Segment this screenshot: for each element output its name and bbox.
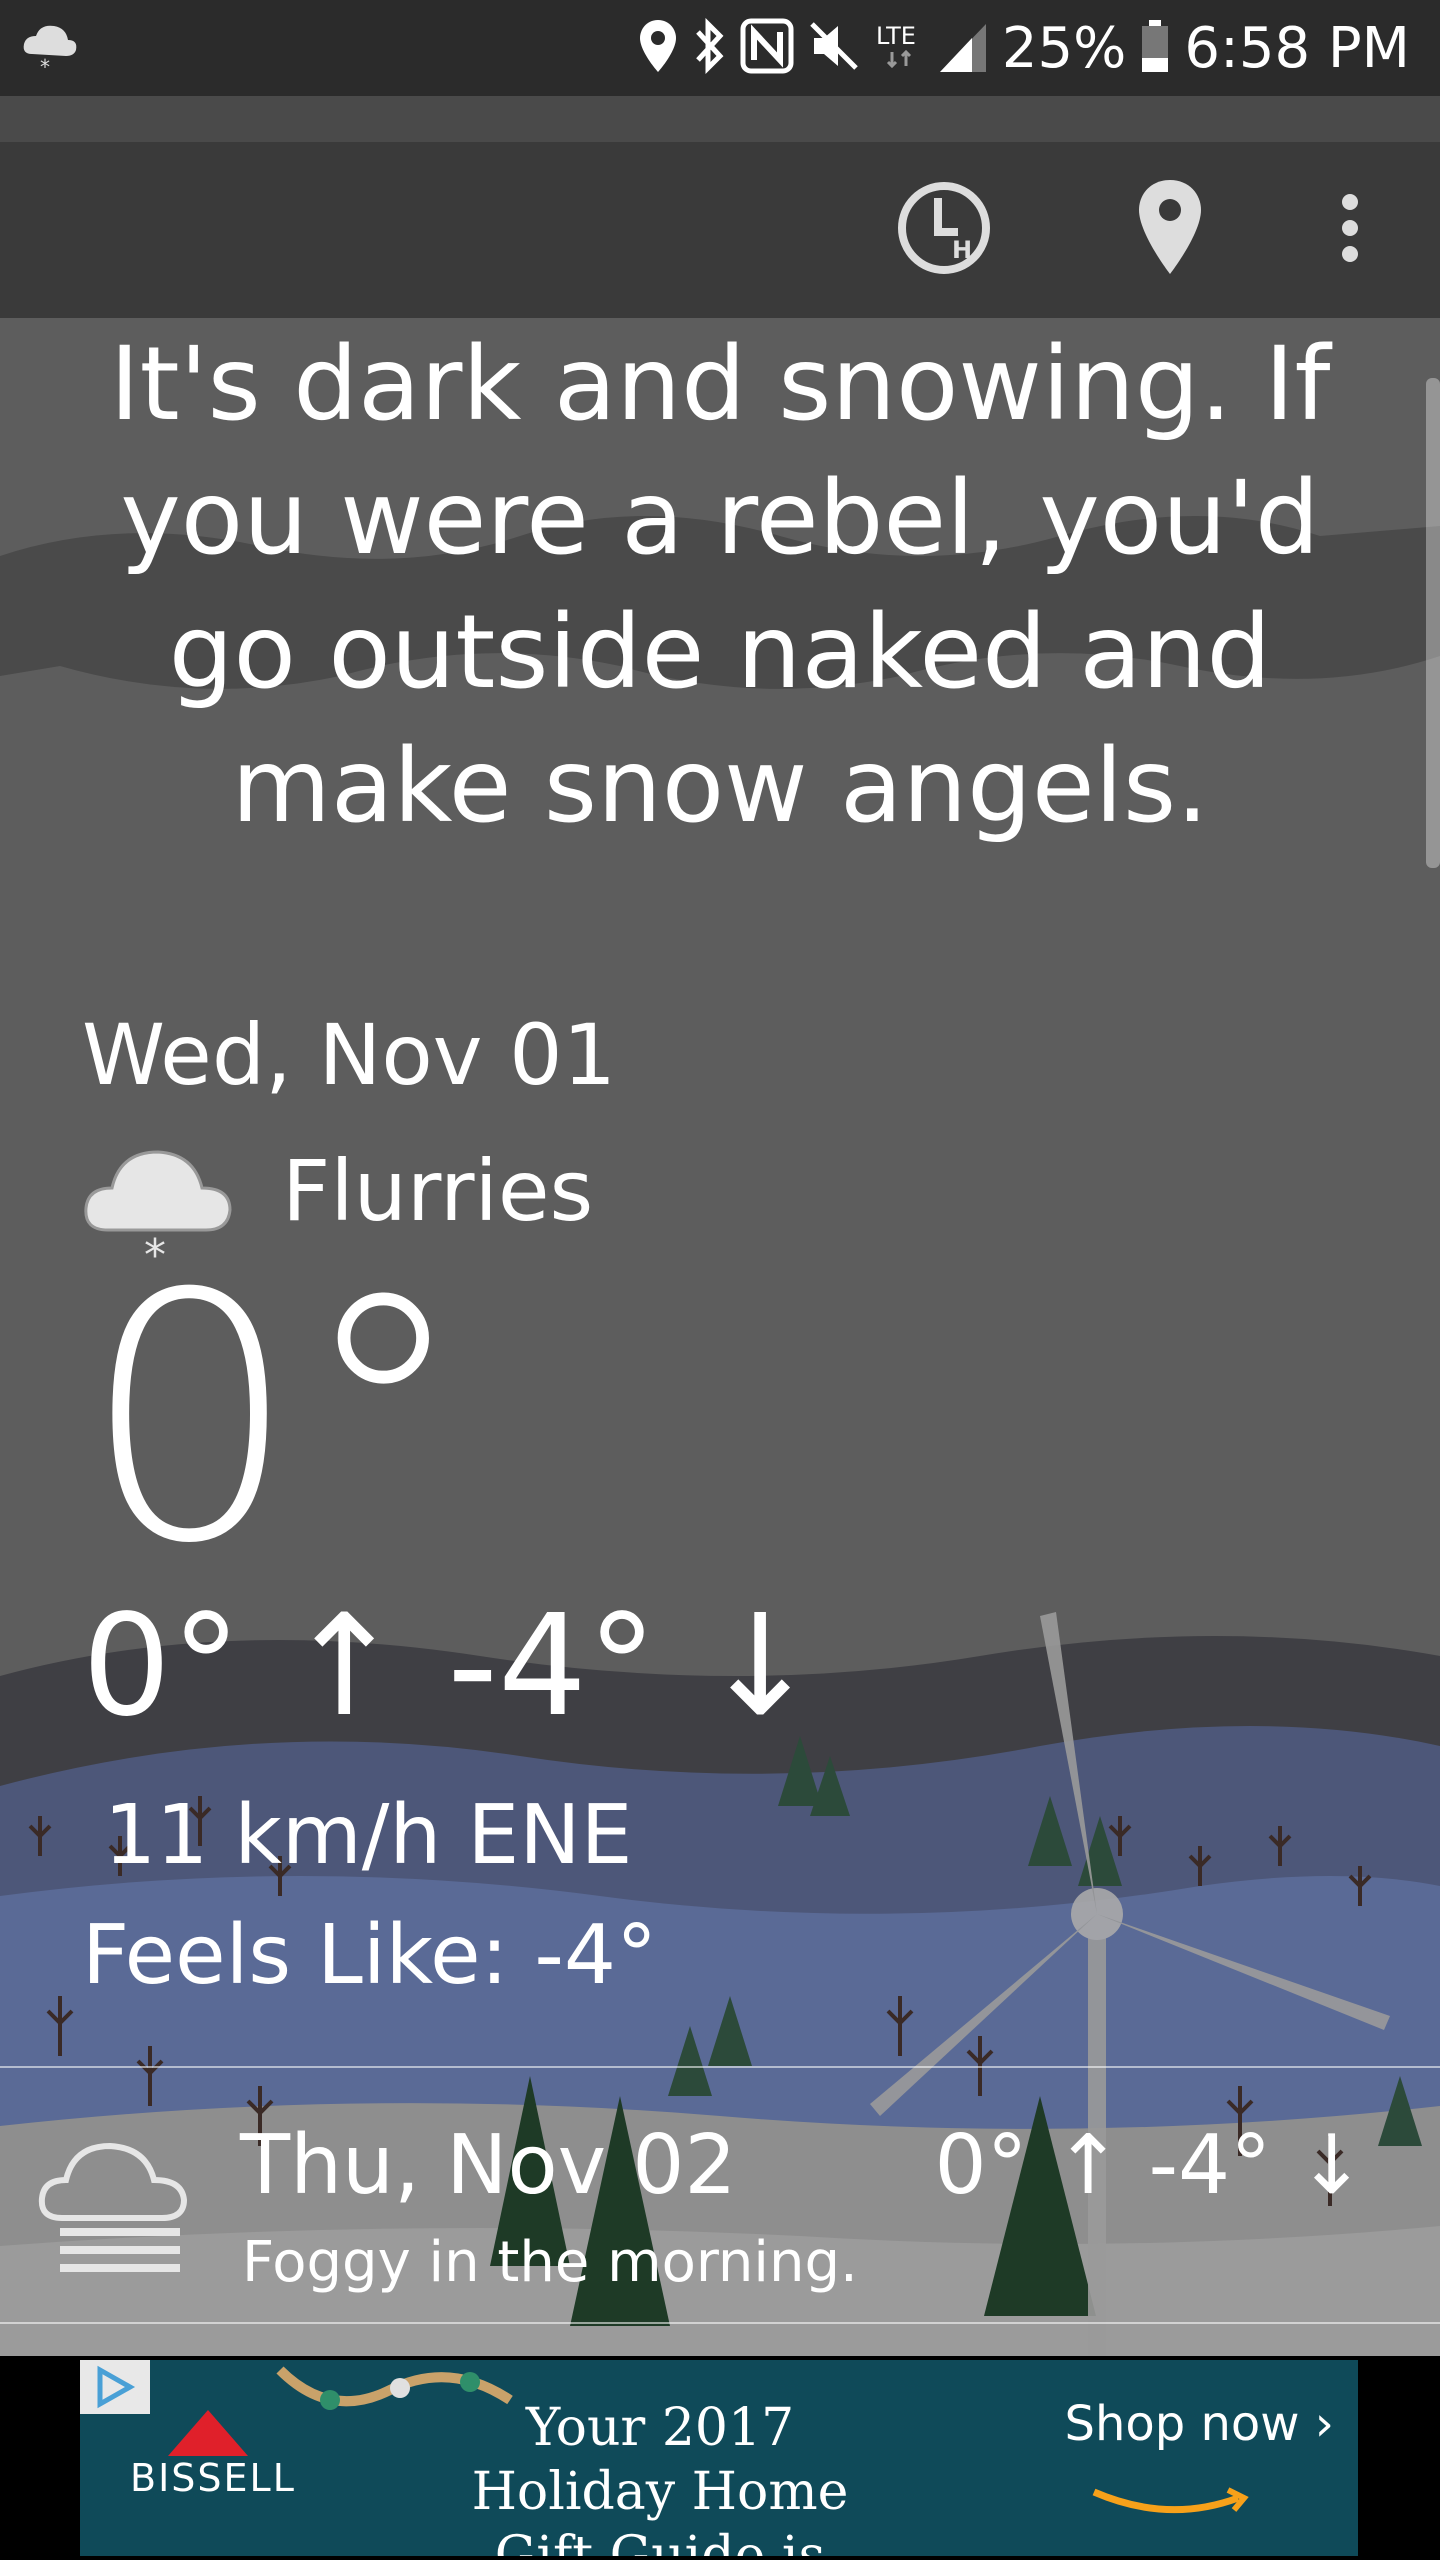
forecast-hi-lo: 0° ↑ -4° ↓ [934, 2118, 1366, 2213]
scrollbar[interactable] [1426, 378, 1440, 868]
battery-icon [1140, 18, 1170, 79]
forecast-row[interactable]: Thu, Nov 02 Foggy in the morning. 0° ↑ -… [0, 2066, 1440, 2324]
ad-brand: BISSELL [130, 2456, 296, 2500]
lte-icon: LTE [874, 18, 924, 79]
weather-headline: It's dark and snowing. If you were a reb… [109, 325, 1331, 846]
current-temperature: 0° [82, 1222, 469, 1618]
current-date: Wed, Nov 01 [82, 1006, 617, 1104]
overflow-menu-icon [1340, 192, 1360, 269]
weather-snow-icon: * [22, 18, 78, 79]
signal-icon [938, 18, 988, 79]
location-button[interactable] [1110, 142, 1230, 318]
nfc-icon [740, 18, 794, 79]
fog-icon [38, 2132, 206, 2282]
feels-like: Feels Like: -4° [82, 1908, 658, 2003]
current-hi-lo: 0° ↑ -4° ↓ [82, 1585, 819, 1748]
location-icon [638, 18, 678, 79]
bluetooth-icon [692, 17, 726, 79]
hourly-forecast-button[interactable]: H [884, 142, 1004, 318]
overflow-menu-button[interactable] [1310, 142, 1390, 318]
svg-text:*: * [40, 55, 50, 78]
current-wind: 11 km/h ENE [104, 1788, 633, 1883]
battery-percent: 25% [1001, 15, 1127, 81]
svg-text:H: H [952, 236, 972, 264]
hourly-clock-icon: H [896, 180, 992, 281]
shop-now-link[interactable]: Shop now › [1065, 2396, 1334, 2452]
toolbar-shadow-strip [0, 96, 1440, 142]
ad-banner[interactable]: BISSELL Your 2017 Holiday Home Gift Guid… [80, 2360, 1358, 2556]
status-bar: * LTE 25% 6:58 PM [0, 0, 1440, 96]
lte-label: LTE [876, 22, 916, 50]
mute-icon [808, 18, 860, 79]
forecast-date: Thu, Nov 02 [240, 2118, 737, 2213]
location-pin-icon [1137, 178, 1203, 283]
app-toolbar: H [0, 142, 1440, 318]
amazon-smile-icon [1088, 2484, 1258, 2524]
ad-headline: Your 2017 Holiday Home Gift Guide is her… [471, 2398, 849, 2556]
forecast-description: Foggy in the morning. [242, 2230, 858, 2295]
clock-time: 6:58 PM [1184, 15, 1410, 81]
